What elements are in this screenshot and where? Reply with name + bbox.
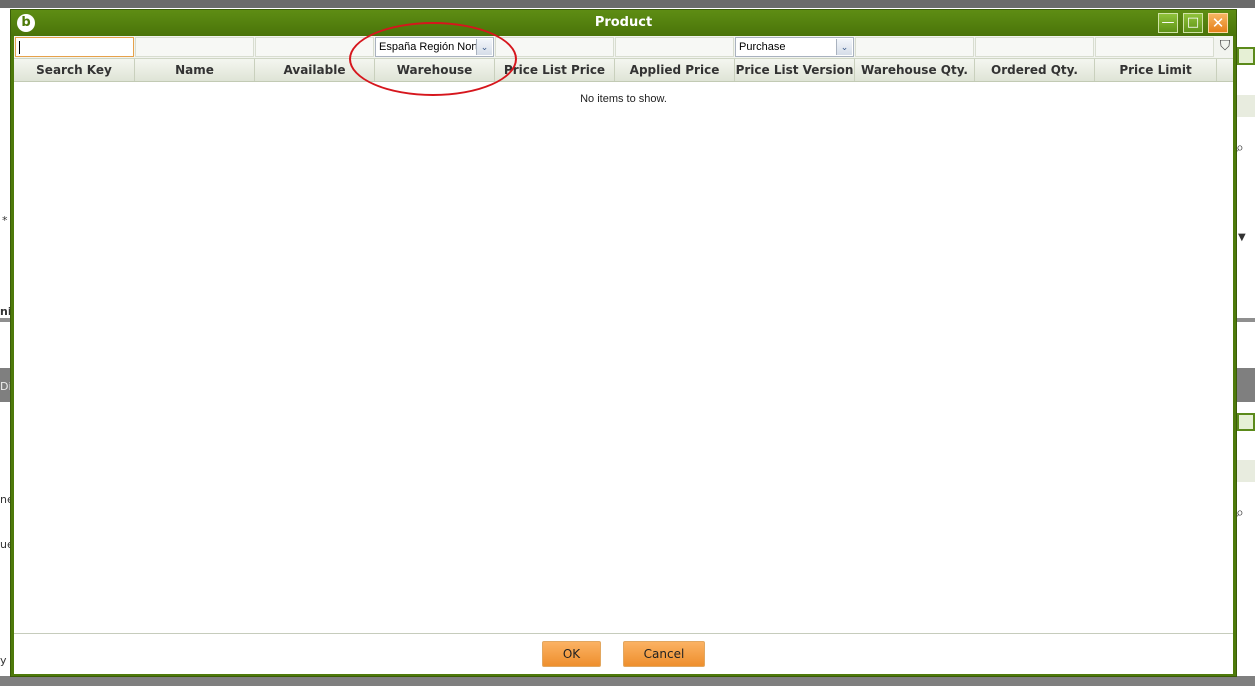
ok-button[interactable]: OK [542, 641, 601, 667]
background-green-widget [1237, 413, 1255, 431]
filter-row: España Región Norte ⌄ Purchase ⌄ ⛉ [14, 36, 1233, 59]
column-header-ordered-qty[interactable]: Ordered Qty. [975, 59, 1095, 81]
background-field [1236, 460, 1255, 482]
chevron-down-icon[interactable]: ⌄ [836, 39, 852, 55]
cancel-button[interactable]: Cancel [623, 641, 705, 667]
background-text-fragment: * [2, 214, 8, 227]
ordered-qty-filter-input[interactable] [975, 37, 1094, 57]
background-bottom-bar [0, 676, 1255, 686]
price-limit-filter-input[interactable] [1095, 37, 1214, 57]
search-icon: ⌕ [1236, 140, 1244, 156]
price-list-version-filter-value: Purchase [739, 41, 786, 53]
column-header-search-key[interactable]: Search Key [14, 59, 135, 81]
price-list-version-filter-select[interactable]: Purchase ⌄ [735, 37, 854, 57]
column-header-warehouse-qty[interactable]: Warehouse Qty. [855, 59, 975, 81]
column-header-name[interactable]: Name [135, 59, 255, 81]
background-top-bar [0, 0, 1255, 8]
name-filter-input[interactable] [135, 37, 254, 57]
filter-icon[interactable]: ⛉ [1217, 38, 1233, 54]
text-caret [19, 41, 20, 54]
warehouse-qty-filter-input[interactable] [855, 37, 974, 57]
dialog-footer: OK Cancel [14, 633, 1233, 674]
background-green-widget [1237, 47, 1255, 65]
empty-grid-message: No items to show. [580, 93, 667, 105]
dialog-title: Product [594, 15, 653, 30]
search-icon: ⌕ [1236, 505, 1244, 521]
product-dialog: b Product — □ ✕ España Región Norte ⌄ Pu… [10, 9, 1237, 677]
close-button[interactable]: ✕ [1208, 13, 1228, 33]
title-bar[interactable]: b Product — □ ✕ [11, 10, 1236, 36]
applied-price-filter-input[interactable] [615, 37, 734, 57]
annotation-ellipse [349, 22, 517, 96]
dialog-content: España Región Norte ⌄ Purchase ⌄ ⛉ Searc… [14, 22, 1233, 674]
minimize-button[interactable]: — [1158, 13, 1178, 33]
column-header-price-limit[interactable]: Price Limit [1095, 59, 1217, 81]
grid-header-row: Search Key Name Available Warehouse Pric… [14, 59, 1233, 82]
background-field [1236, 95, 1255, 117]
background-text-fragment: y [0, 654, 7, 667]
column-header-applied-price[interactable]: Applied Price [615, 59, 735, 81]
column-header-price-list-version[interactable]: Price List Version [735, 59, 855, 81]
chevron-down-icon: ▼ [1238, 232, 1246, 243]
maximize-button[interactable]: □ [1183, 13, 1203, 33]
search-key-filter-input[interactable] [15, 37, 134, 57]
